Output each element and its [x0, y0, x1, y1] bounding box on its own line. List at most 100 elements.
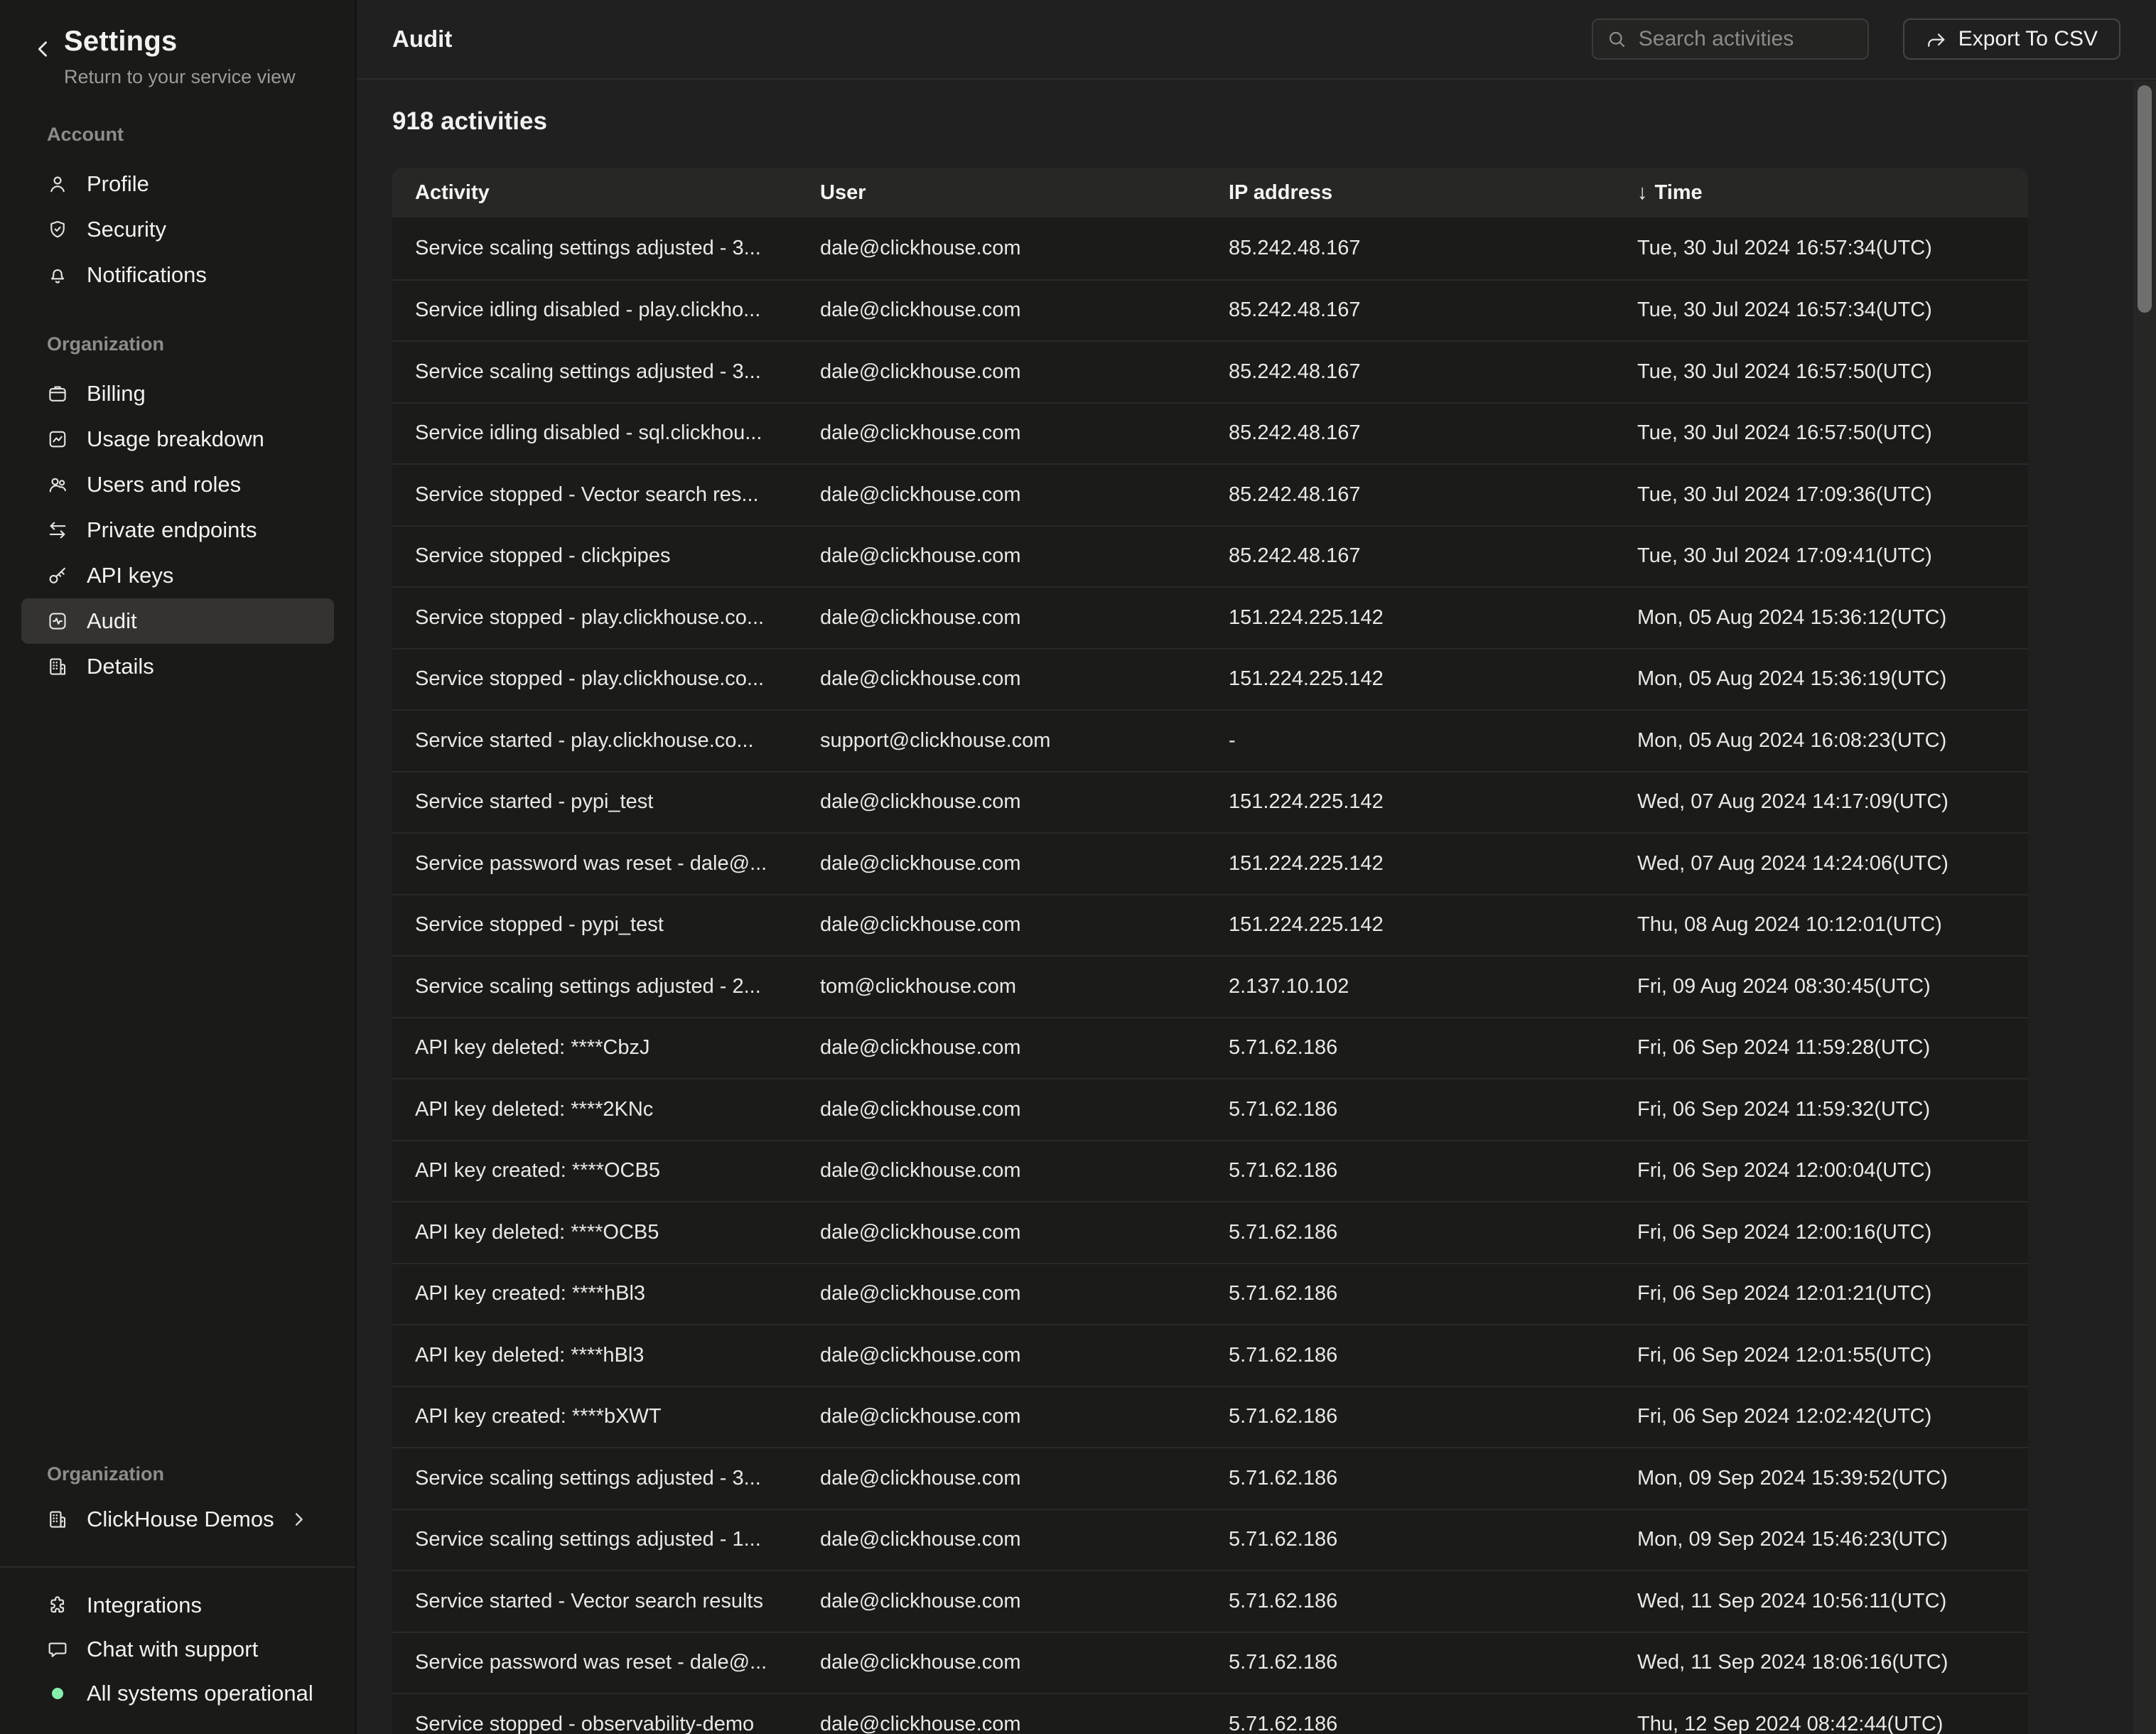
search-box[interactable] — [1592, 18, 1869, 60]
scrollbar-thumb[interactable] — [2138, 85, 2152, 313]
export-to-csv-button[interactable]: Export To CSV — [1903, 18, 2120, 60]
table-row[interactable]: Service stopped - Vector search res...da… — [392, 463, 2028, 525]
bell-icon — [47, 264, 68, 286]
sidebar-title: Settings — [64, 26, 296, 58]
table-row[interactable]: Service stopped - observability-demodale… — [392, 1693, 2028, 1734]
sidebar-item-chat-with-support[interactable]: Chat with support — [0, 1627, 355, 1671]
sidebar-item-notifications[interactable]: Notifications — [21, 252, 334, 298]
sidebar-item-security[interactable]: Security — [21, 207, 334, 252]
vertical-scrollbar[interactable] — [2133, 81, 2156, 1734]
sidebar-item-billing[interactable]: Billing — [21, 371, 334, 416]
table-row[interactable]: Service stopped - play.clickhouse.co...d… — [392, 648, 2028, 710]
table-row[interactable]: Service stopped - pypi_testdale@clickhou… — [392, 894, 2028, 956]
table-cell-user: dale@clickhouse.com — [797, 1713, 1206, 1734]
sidebar-subtitle[interactable]: Return to your service view — [64, 66, 296, 88]
table-cell-user: dale@clickhouse.com — [797, 1098, 1206, 1121]
sidebar-item-label: Integrations — [87, 1593, 202, 1618]
table-cell-time: Fri, 09 Aug 2024 08:30:45(UTC) — [1615, 975, 2028, 998]
table-cell-user: dale@clickhouse.com — [797, 606, 1206, 630]
status-dot — [52, 1688, 63, 1699]
table-cell-activity: Service started - pypi_test — [392, 790, 797, 814]
table-row[interactable]: Service started - pypi_testdale@clickhou… — [392, 771, 2028, 833]
export-arrow-icon — [1926, 28, 1947, 50]
table-cell-ip: 85.242.48.167 — [1206, 544, 1615, 568]
sidebar-item-integrations[interactable]: Integrations — [0, 1583, 355, 1627]
org-switcher-clickhouse-demos[interactable]: ClickHouse Demos — [21, 1497, 334, 1542]
table-cell-activity: Service scaling settings adjusted - 3... — [392, 237, 797, 260]
back-chevron-icon[interactable] — [31, 37, 55, 61]
table-cell-ip: 151.224.225.142 — [1206, 852, 1615, 876]
topbar: Audit Export To CSV — [357, 0, 2156, 80]
table-row[interactable]: Service started - play.clickhouse.co...s… — [392, 709, 2028, 771]
column-header-ip-address[interactable]: IP address — [1206, 181, 1615, 205]
sidebar-item-audit[interactable]: Audit — [21, 598, 334, 644]
table-cell-activity: Service idling disabled - play.clickho..… — [392, 298, 797, 322]
table-cell-user: dale@clickhouse.com — [797, 913, 1206, 937]
table-cell-ip: 5.71.62.186 — [1206, 1590, 1615, 1613]
shield-check-icon — [47, 219, 68, 240]
sidebar-item-label: Details — [87, 654, 154, 679]
table-row[interactable]: API key deleted: ****hBl3dale@clickhouse… — [392, 1324, 2028, 1386]
section-label-organization: Organization — [47, 333, 355, 355]
column-header-time[interactable]: ↓ Time — [1615, 181, 2028, 205]
table-cell-activity: Service password was reset - dale@... — [392, 1651, 797, 1674]
sidebar-item-label: Security — [87, 217, 166, 242]
table-row[interactable]: API key deleted: ****CbzJdale@clickhouse… — [392, 1017, 2028, 1079]
table-row[interactable]: API key created: ****hBl3dale@clickhouse… — [392, 1263, 2028, 1325]
table-row[interactable]: API key deleted: ****OCB5dale@clickhouse… — [392, 1201, 2028, 1263]
table-row[interactable]: Service password was reset - dale@...dal… — [392, 832, 2028, 894]
table-row[interactable]: Service scaling settings adjusted - 3...… — [392, 340, 2028, 402]
table-cell-user: dale@clickhouse.com — [797, 1159, 1206, 1183]
table-cell-time: Fri, 06 Sep 2024 12:01:21(UTC) — [1615, 1282, 2028, 1305]
table-row[interactable]: Service scaling settings adjusted - 2...… — [392, 955, 2028, 1017]
sidebar-item-api-keys[interactable]: API keys — [21, 553, 334, 598]
table-row[interactable]: API key created: ****bXWTdale@clickhouse… — [392, 1386, 2028, 1448]
sidebar-item-profile[interactable]: Profile — [21, 161, 334, 207]
sidebar-item-details[interactable]: Details — [21, 644, 334, 689]
table-cell-ip: 85.242.48.167 — [1206, 298, 1615, 322]
table-cell-user: dale@clickhouse.com — [797, 298, 1206, 322]
status-dot-icon — [47, 1683, 68, 1704]
column-header-user[interactable]: User — [797, 181, 1206, 205]
table-row[interactable]: Service scaling settings adjusted - 3...… — [392, 217, 2028, 279]
table-cell-activity: Service scaling settings adjusted - 3... — [392, 360, 797, 384]
column-header-activity[interactable]: Activity — [392, 181, 797, 205]
table-cell-activity: Service stopped - Vector search res... — [392, 483, 797, 507]
table-row[interactable]: Service stopped - clickpipesdale@clickho… — [392, 525, 2028, 587]
table-cell-ip: 5.71.62.186 — [1206, 1098, 1615, 1121]
table-row[interactable]: Service password was reset - dale@...dal… — [392, 1632, 2028, 1693]
table-header-row: Activity User IP address ↓ Time — [392, 168, 2028, 217]
table-cell-activity: Service scaling settings adjusted - 1... — [392, 1528, 797, 1551]
sidebar-item-users-and-roles[interactable]: Users and roles — [21, 462, 334, 507]
table-row[interactable]: API key created: ****OCB5dale@clickhouse… — [392, 1140, 2028, 1202]
table-cell-ip: 5.71.62.186 — [1206, 1405, 1615, 1428]
table-cell-activity: API key deleted: ****CbzJ — [392, 1036, 797, 1060]
section-label-account: Account — [47, 124, 355, 146]
table-row[interactable]: API key deleted: ****2KNcdale@clickhouse… — [392, 1078, 2028, 1140]
sidebar-item-usage-breakdown[interactable]: Usage breakdown — [21, 416, 334, 462]
chevron-right-icon — [289, 1509, 308, 1529]
table-row[interactable]: Service scaling settings adjusted - 3...… — [392, 1447, 2028, 1509]
table-cell-activity: Service stopped - play.clickhouse.co... — [392, 606, 797, 630]
table-row[interactable]: Service stopped - play.clickhouse.co...d… — [392, 586, 2028, 648]
table-cell-time: Fri, 06 Sep 2024 12:02:42(UTC) — [1615, 1405, 2028, 1428]
system-status[interactable]: All systems operational — [0, 1671, 355, 1716]
table-cell-time: Wed, 11 Sep 2024 10:56:11(UTC) — [1615, 1590, 2028, 1613]
sidebar-item-label: API keys — [87, 563, 173, 588]
billing-card-icon — [47, 383, 68, 404]
search-input[interactable] — [1639, 27, 1855, 51]
audit-content: 918 activities Activity User IP address … — [357, 107, 2156, 1734]
sidebar-item-label: Chat with support — [87, 1637, 258, 1662]
table-cell-activity: API key created: ****OCB5 — [392, 1159, 797, 1183]
table-row[interactable]: Service idling disabled - sql.clickhou..… — [392, 402, 2028, 464]
section-label-organization-switcher: Organization — [47, 1463, 355, 1485]
table-cell-user: dale@clickhouse.com — [797, 1467, 1206, 1490]
table-cell-time: Fri, 06 Sep 2024 12:00:16(UTC) — [1615, 1221, 2028, 1244]
table-row[interactable]: Service scaling settings adjusted - 1...… — [392, 1509, 2028, 1571]
sidebar-item-private-endpoints[interactable]: Private endpoints — [21, 507, 334, 553]
table-cell-time: Mon, 05 Aug 2024 15:36:12(UTC) — [1615, 606, 2028, 630]
table-cell-activity: API key created: ****hBl3 — [392, 1282, 797, 1305]
table-cell-activity: Service scaling settings adjusted - 3... — [392, 1467, 797, 1490]
table-row[interactable]: Service started - Vector search resultsd… — [392, 1570, 2028, 1632]
table-row[interactable]: Service idling disabled - play.clickho..… — [392, 279, 2028, 341]
